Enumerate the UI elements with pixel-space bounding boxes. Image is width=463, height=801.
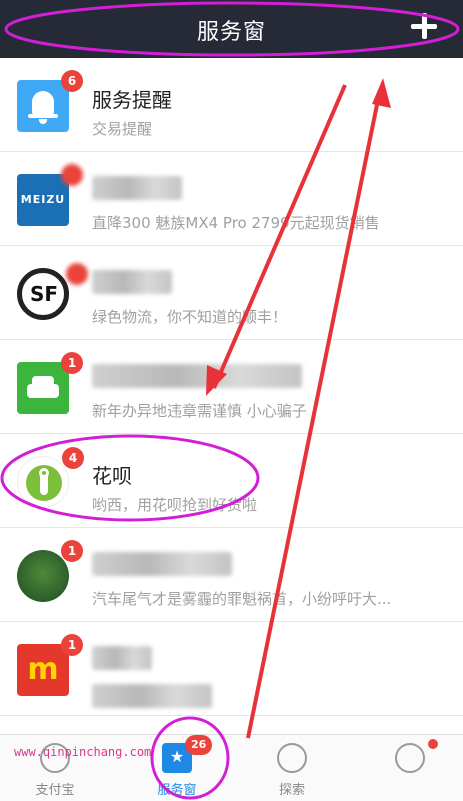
tab-explore[interactable]: 探索	[252, 741, 332, 799]
explore-icon	[277, 743, 307, 773]
list-item-subtitle: 交易提醒	[92, 120, 153, 138]
blurred-title	[92, 270, 172, 294]
unread-badge: 1	[61, 540, 83, 562]
list-item-subtitle: 汽车尾气才是雾霾的罪魁祸首，小纷呼吁大...	[92, 590, 392, 608]
huabei-logo: 4	[17, 447, 84, 508]
green-logo: 1	[17, 540, 83, 602]
service-list: 6 服务提醒 交易提醒 MEIZU 直降300 魅族MX4 Pro 2799元起…	[0, 58, 463, 716]
watermark: www.qinpinchang.com	[14, 745, 152, 759]
unread-badge: 6	[61, 70, 83, 92]
list-item[interactable]: m 1	[0, 622, 463, 716]
list-item-title: 花呗	[92, 464, 132, 488]
page-title: 服务窗	[196, 20, 266, 45]
blurred-title	[92, 646, 152, 670]
list-item-huabei[interactable]: 4 花呗 哟西，用花呗抢到好货啦	[0, 434, 463, 528]
plus-icon[interactable]	[407, 9, 441, 43]
list-item[interactable]: 1 汽车尾气才是雾霾的罪魁祸首，小纷呼吁大...	[0, 528, 463, 622]
tab-label: 服务窗	[157, 783, 197, 798]
tab-label: 探索	[278, 783, 305, 798]
header-bar: 服务窗	[0, 0, 463, 58]
tab-me[interactable]	[370, 739, 450, 799]
list-item-subtitle: 绿色物流，你不知道的顺丰！	[92, 308, 288, 326]
list-item[interactable]: 1 新年办异地违章需谨慎 小心骗子	[0, 340, 463, 434]
list-item-title: 服务提醒	[92, 88, 172, 112]
blurred-title	[92, 364, 302, 388]
car-icon: 1	[17, 352, 83, 414]
list-item-subtitle: 哟西，用花呗抢到好货啦	[92, 496, 258, 514]
blurred-subtitle	[92, 684, 212, 708]
tab-label: 支付宝	[35, 783, 75, 798]
sf-logo: SF	[17, 263, 88, 320]
unread-badge: 1	[61, 634, 83, 656]
blurred-title	[92, 176, 182, 200]
tab-badge: 26	[185, 735, 213, 755]
meizu-logo: MEIZU	[17, 164, 83, 226]
list-item[interactable]: SF 绿色物流，你不知道的顺丰！	[0, 246, 463, 340]
list-item[interactable]: 6 服务提醒 交易提醒	[0, 58, 463, 152]
blurred-title	[92, 552, 232, 576]
list-item-subtitle: 直降300 魅族MX4 Pro 2799元起现货销售	[92, 214, 380, 232]
unread-badge: 4	[62, 447, 84, 469]
bell-icon: 6	[17, 70, 83, 132]
notification-dot	[428, 739, 438, 749]
unread-badge: 1	[61, 352, 83, 374]
unread-badge	[61, 164, 83, 186]
me-icon	[395, 743, 425, 773]
list-item-subtitle: 新年办异地违章需谨慎 小心骗子	[92, 402, 307, 420]
unread-badge	[66, 263, 88, 285]
list-item[interactable]: MEIZU 直降300 魅族MX4 Pro 2799元起现货销售	[0, 152, 463, 246]
m-logo: m 1	[17, 634, 83, 696]
